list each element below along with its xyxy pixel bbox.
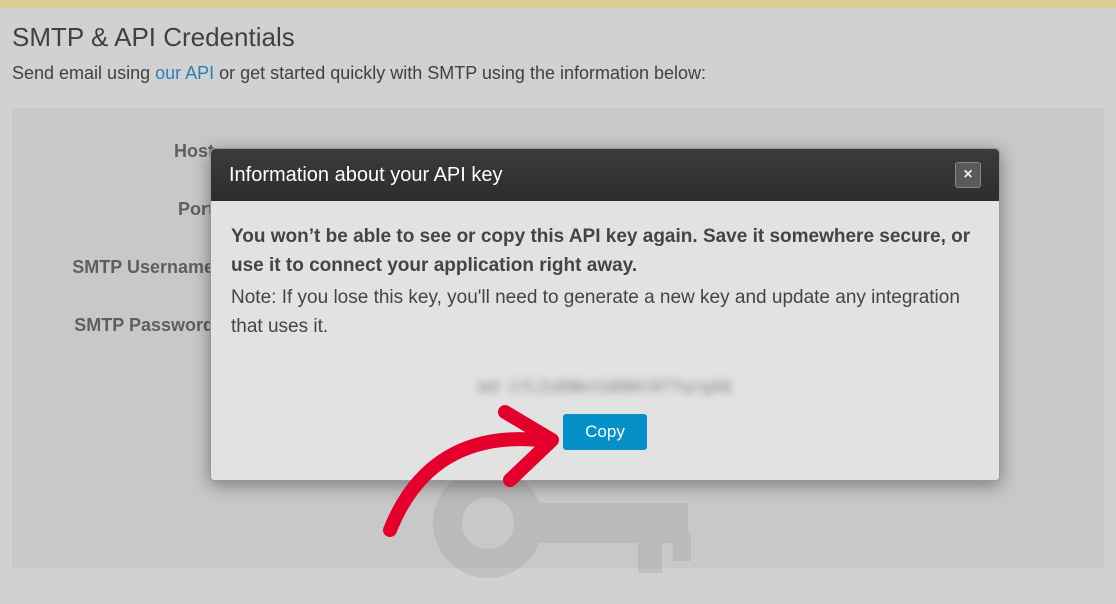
modal-body: You won’t be able to see or copy this AP… <box>211 201 999 480</box>
modal-note: Note: If you lose this key, you'll need … <box>231 284 979 341</box>
copy-row: Copy <box>231 414 979 450</box>
copy-button[interactable]: Copy <box>563 414 647 450</box>
modal-header: Information about your API key × <box>211 149 999 201</box>
close-button[interactable]: × <box>955 162 981 188</box>
close-icon: × <box>963 166 972 184</box>
modal-warning: You won’t be able to see or copy this AP… <box>231 223 979 280</box>
modal-title: Information about your API key <box>229 164 503 187</box>
api-key-preview: md-17LIoDNktG06KC077qrgAQ <box>231 377 979 396</box>
api-key-modal: Information about your API key × You won… <box>210 148 1000 481</box>
